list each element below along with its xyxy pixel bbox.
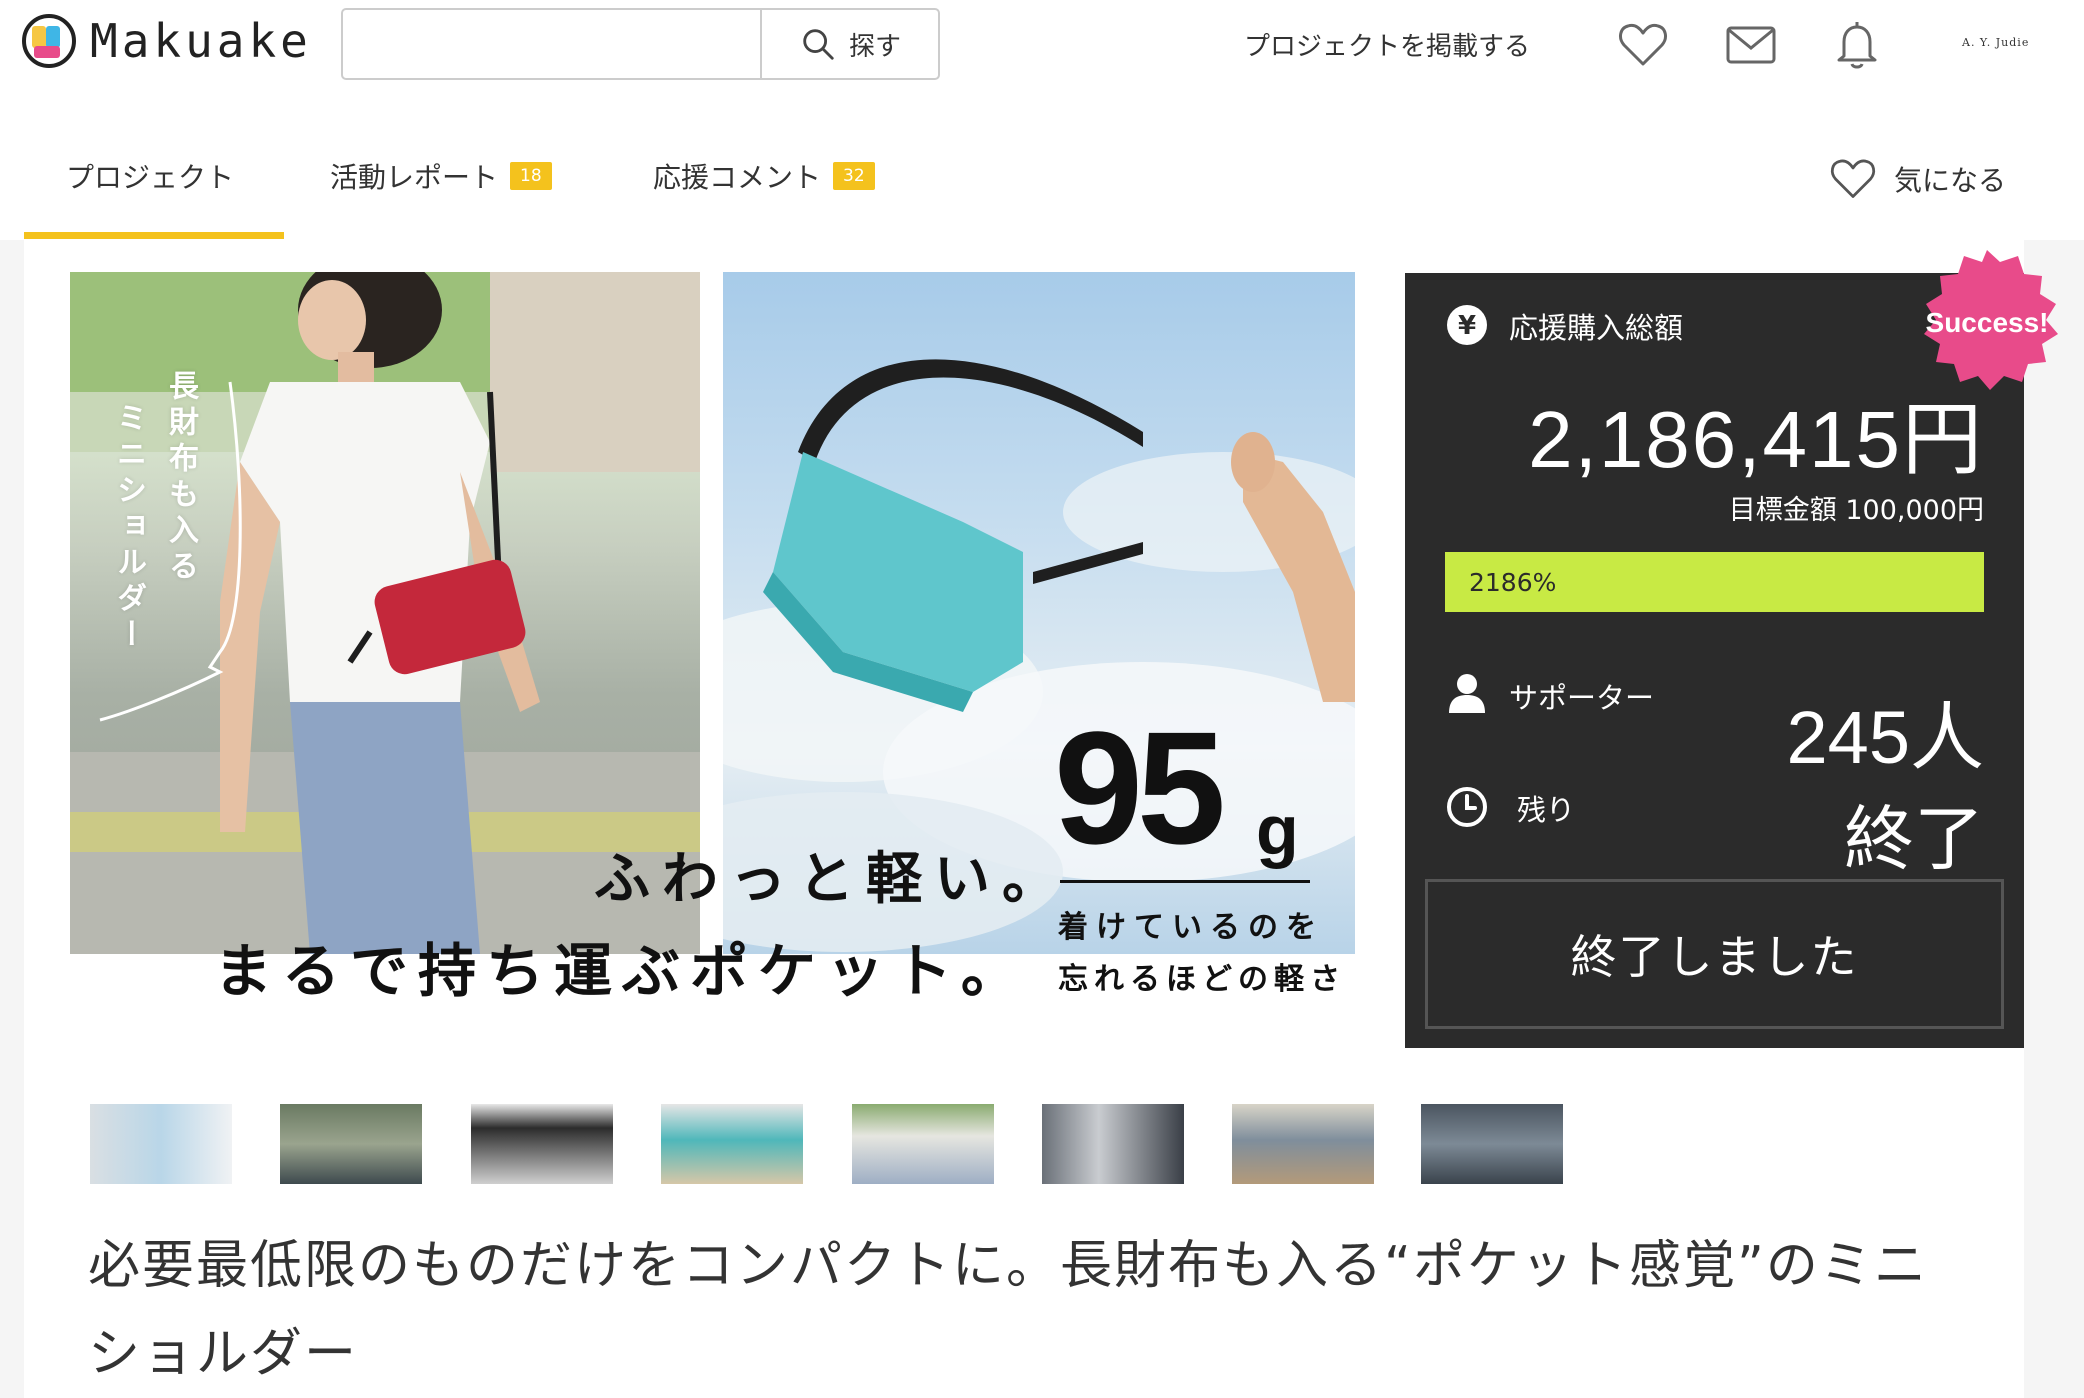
progress-label: 2186% (1469, 567, 1557, 597)
thumbnail[interactable] (471, 1104, 613, 1184)
svg-text:¥: ¥ (1458, 311, 1476, 341)
person-icon (1445, 671, 1489, 715)
thumbnail-strip (67, 1104, 1567, 1184)
remaining-value: 終了 (1844, 798, 1984, 880)
progress-bar: 2186% (1445, 552, 1984, 612)
search-icon (803, 29, 834, 60)
thumbnail[interactable] (1421, 1104, 1563, 1184)
count-badge: 18 (510, 162, 552, 190)
tab-label: 応援コメント (653, 161, 822, 194)
project-tabbar: プロジェクト 活動レポート 18 応援コメント 32 気になる (0, 100, 2084, 240)
mail-icon[interactable] (1724, 18, 1778, 72)
catch-copy-2: まるで持ち運ぶポケット。 (214, 937, 1029, 1005)
logo-text: Makuake (90, 14, 312, 68)
ended-button[interactable]: 終了しました (1425, 879, 2004, 1029)
top-header: Makuake 探す プロジェクトを掲載する A. Y. Judie (0, 0, 2084, 100)
search-button[interactable]: 探す (760, 10, 938, 78)
favorites-heart-icon[interactable] (1616, 18, 1670, 72)
hero-image[interactable]: 長財布も入る ミニショルダー 95 g 着けているのを 忘れるほどの軽さ ふわっ… (70, 272, 1380, 1012)
supporters-label: サポーター (1509, 681, 1655, 715)
tab-support-comments[interactable]: 応援コメント 32 (653, 156, 875, 196)
bell-icon[interactable] (1830, 18, 1884, 72)
weight-subtext-2: 忘れるほどの軽さ (1058, 962, 1346, 997)
project-title: 必要最低限のものだけをコンパクトに。長財布も入る“ポケット感覚”のミニショルダー (88, 1236, 1928, 1384)
user-avatar-name[interactable]: A. Y. Judie (1962, 36, 2029, 49)
search-button-label: 探す (848, 31, 901, 62)
tab-label: 活動レポート (330, 161, 499, 194)
search-box: 探す (341, 8, 940, 80)
weight-number: 95 (1054, 698, 1226, 877)
logo-mark-icon (22, 14, 76, 68)
target-amount: 目標金額 100,000円 (1728, 495, 1984, 526)
thumbnail[interactable] (1042, 1104, 1184, 1184)
thumbnail[interactable] (661, 1104, 803, 1184)
progress-fill: 2186% (1445, 552, 1984, 612)
tab-project[interactable]: プロジェクト (66, 156, 234, 196)
thumbnail[interactable] (852, 1104, 994, 1184)
like-label: 気になる (1894, 164, 2007, 197)
thumbnail[interactable] (1232, 1104, 1374, 1184)
count-badge: 32 (833, 162, 875, 190)
tab-activity-report[interactable]: 活動レポート 18 (330, 156, 552, 196)
like-button[interactable]: 気になる (1828, 156, 2006, 202)
post-project-link[interactable]: プロジェクトを掲載する (1244, 26, 1530, 63)
clock-icon (1445, 785, 1489, 829)
success-badge: Success! (1908, 248, 2066, 398)
tab-label: プロジェクト (66, 161, 235, 194)
yen-icon: ¥ (1445, 303, 1489, 347)
remaining-label: 残り (1517, 793, 1576, 827)
divider (1060, 880, 1310, 883)
active-tab-indicator (24, 232, 284, 239)
hero-vertical-text-2: ミニショルダー (111, 402, 146, 654)
search-input[interactable] (343, 10, 760, 78)
weight-unit: g (1256, 791, 1299, 869)
hero-vertical-text-1: 長財布も入る (163, 370, 198, 586)
total-label: 応援購入総額 (1509, 311, 1684, 345)
thumbnail[interactable] (90, 1104, 232, 1184)
supporters-value: 245人 (1786, 696, 1984, 779)
success-label: Success! (1925, 307, 2049, 338)
heart-icon (1830, 159, 1876, 198)
makuake-logo[interactable]: Makuake (22, 14, 312, 68)
catch-copy-1: ふわっと軽い。 (594, 847, 1070, 912)
thumbnail[interactable] (280, 1104, 422, 1184)
weight-subtext-1: 着けているのを (1058, 910, 1324, 945)
